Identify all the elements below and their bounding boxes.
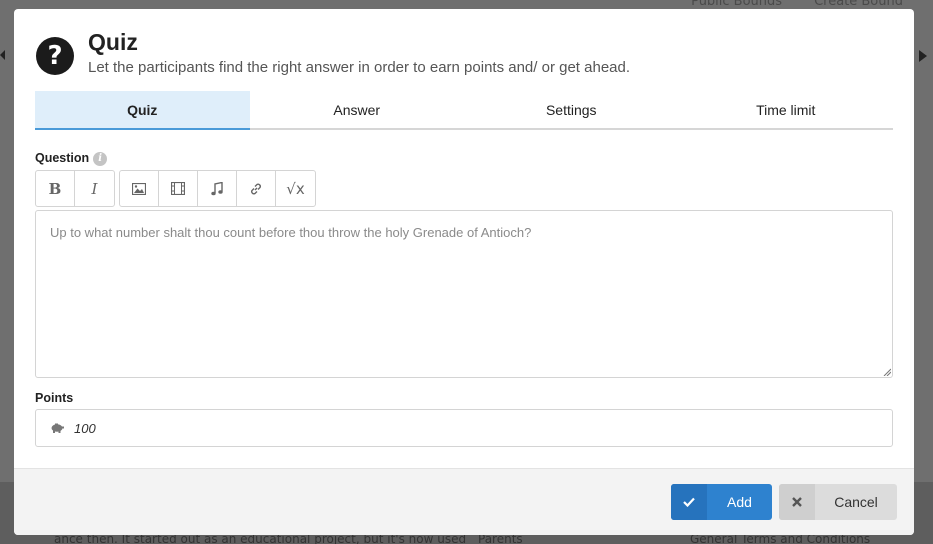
- music-note-icon: [211, 181, 223, 195]
- image-icon: [132, 182, 146, 195]
- question-editor[interactable]: Up to what number shalt thou count befor…: [35, 210, 893, 378]
- background-nav: Public Bounds Create Bound: [691, 0, 903, 9]
- background-nav-public-bounds: Public Bounds: [691, 0, 783, 9]
- link-icon: [251, 183, 261, 194]
- close-icon: [779, 484, 815, 520]
- editor-toolbar: B I √x: [35, 170, 316, 207]
- background-nav-create-bound: Create Bound: [814, 0, 903, 9]
- modal-subtitle: Let the participants find the right answ…: [88, 59, 631, 76]
- add-button-label: Add: [727, 494, 752, 510]
- cancel-button-label: Cancel: [834, 494, 878, 510]
- format-group: B I: [35, 170, 115, 207]
- tab-quiz[interactable]: Quiz: [35, 91, 250, 130]
- tab-bar: Quiz Answer Settings Time limit: [35, 91, 893, 130]
- points-value: 100: [74, 420, 96, 436]
- background-arrow-left-icon: [0, 50, 5, 60]
- link-button[interactable]: [237, 171, 276, 206]
- tab-answer[interactable]: Answer: [250, 91, 465, 128]
- audio-button[interactable]: [198, 171, 237, 206]
- image-button[interactable]: [120, 171, 159, 206]
- film-icon: [171, 182, 185, 195]
- question-label: Question: [35, 151, 90, 165]
- math-button[interactable]: √x: [276, 171, 315, 206]
- info-icon[interactable]: i: [93, 151, 108, 166]
- italic-button[interactable]: I: [75, 171, 114, 206]
- video-button[interactable]: [159, 171, 198, 206]
- bold-button[interactable]: B: [36, 171, 75, 206]
- modal-header: ? Quiz Let the participants find the rig…: [36, 27, 630, 77]
- quiz-modal: ? Quiz Let the participants find the rig…: [14, 9, 914, 535]
- tab-time-limit[interactable]: Time limit: [679, 91, 894, 128]
- cancel-button[interactable]: Cancel: [779, 484, 897, 520]
- insert-group: √x: [119, 170, 316, 207]
- question-label-row: Question i: [35, 151, 108, 166]
- modal-footer: Add Cancel: [14, 468, 914, 535]
- tab-settings[interactable]: Settings: [464, 91, 679, 128]
- piggy-bank-icon: [51, 423, 64, 433]
- checkmark-icon: [671, 484, 707, 520]
- modal-title: Quiz: [88, 29, 138, 55]
- add-button[interactable]: Add: [671, 484, 772, 520]
- background-arrow-right-icon: [919, 50, 927, 62]
- points-label: Points: [35, 391, 74, 405]
- header-text: Quiz Let the participants find the right…: [88, 27, 630, 77]
- points-input[interactable]: 100: [35, 409, 893, 447]
- resize-grip-icon[interactable]: [883, 368, 891, 376]
- question-mark-icon: ?: [36, 37, 74, 75]
